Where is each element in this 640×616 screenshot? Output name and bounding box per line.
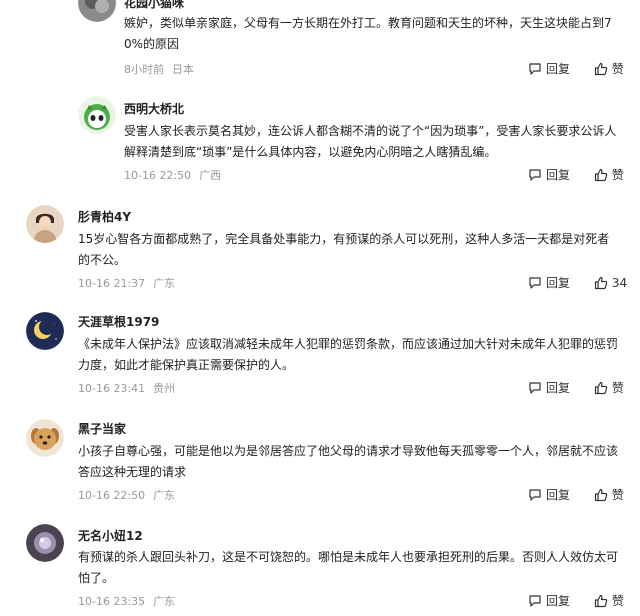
comment-location: 日本 xyxy=(172,63,194,76)
comment-icon xyxy=(529,62,541,75)
reply-button[interactable]: 回复 xyxy=(528,274,570,291)
reply-button[interactable]: 回复 xyxy=(528,486,570,503)
comment-text: 有预谋的杀人跟回头补刀，这是不可饶恕的。哪怕是未成年人也要承担死刑的后果。否则人… xyxy=(78,550,619,585)
reply-label: 回复 xyxy=(546,168,571,182)
comment-icon xyxy=(529,381,541,394)
comment-text: 嫉妒，类似单亲家庭，父母有一方长期在外打工。教育问题和天生的坏种，天生这块能占到… xyxy=(124,16,612,51)
comment-author[interactable]: 肜青柏4Y xyxy=(78,208,131,225)
comment-meta: 10-16 22:50 广东 xyxy=(78,487,175,503)
like-count: 34 xyxy=(611,275,628,290)
like-button[interactable]: 赞 xyxy=(594,486,624,503)
comment-text: 《未成年人保护法》应该取消减轻未成年人犯罪的惩罚条款，而应该通过加大针对未成年人… xyxy=(78,337,619,372)
comment-author[interactable]: 花园小猫咪 xyxy=(124,0,184,11)
comment-author[interactable]: 黑子当家 xyxy=(78,420,126,437)
comment-actions: 回复 赞 xyxy=(528,60,624,79)
avatar[interactable] xyxy=(26,524,64,562)
reply-label: 回复 xyxy=(546,276,571,290)
like-button[interactable]: 赞 xyxy=(594,166,624,183)
comment-time: 10-16 21:37 xyxy=(78,277,146,290)
thumbs-up-icon xyxy=(594,276,608,289)
comment-meta: 10-16 21:37 广东 xyxy=(78,275,175,291)
comment-actions: 回复 赞 xyxy=(528,592,624,611)
thumbs-up-icon xyxy=(594,62,608,75)
thumbs-up-icon xyxy=(594,594,608,607)
reply-label: 回复 xyxy=(546,488,571,502)
reply-label: 回复 xyxy=(546,62,571,76)
comment-time: 8小时前 xyxy=(124,63,164,76)
reply-button[interactable]: 回复 xyxy=(528,60,570,77)
comment-location: 广东 xyxy=(153,277,176,290)
comment-time: 10-16 23:41 xyxy=(78,382,146,395)
like-button[interactable]: 34 xyxy=(594,276,627,290)
comment-location: 广东 xyxy=(153,595,176,608)
reply-button[interactable]: 回复 xyxy=(528,379,570,396)
avatar[interactable] xyxy=(26,205,64,243)
comment-meta: 10-16 22:50 广西 xyxy=(124,167,221,183)
thumbs-up-icon xyxy=(594,381,608,394)
comment-text: 小孩子自尊心强，可能是他以为是邻居答应了他父母的请求才导致他每天孤零零一个人，邻… xyxy=(78,444,619,479)
avatar[interactable] xyxy=(78,0,116,22)
reply-label: 回复 xyxy=(546,594,571,608)
comment-actions: 回复 赞 xyxy=(528,166,624,185)
comment-time: 10-16 22:50 xyxy=(78,489,146,502)
comment-actions: 回复 34 xyxy=(528,274,627,293)
comment-text: 15岁心智各方面都成熟了，完全具备处事能力，有预谋的杀人可以死刑，这种人多活一天… xyxy=(78,232,610,267)
avatar[interactable] xyxy=(26,419,64,457)
comment-text: 受害人家长表示莫名其妙，连公诉人都含糊不清的说了个“因为琐事”，受害人家长要求公… xyxy=(124,124,617,159)
like-count: 赞 xyxy=(611,594,624,608)
comment-actions: 回复 赞 xyxy=(528,486,624,505)
comment-actions: 回复 赞 xyxy=(528,379,624,398)
avatar[interactable] xyxy=(26,312,64,350)
comment-icon xyxy=(529,488,541,501)
like-count: 赞 xyxy=(611,488,624,502)
comment-icon xyxy=(529,276,541,289)
comment-location: 广西 xyxy=(199,169,222,182)
comment-time: 10-16 22:50 xyxy=(124,169,192,182)
reply-button[interactable]: 回复 xyxy=(528,592,570,609)
comment-meta: 10-16 23:35 广东 xyxy=(78,593,175,609)
comment-location: 广东 xyxy=(153,489,176,502)
thumbs-up-icon xyxy=(594,488,608,501)
avatar[interactable] xyxy=(78,96,116,134)
comment-meta: 10-16 23:41 贵州 xyxy=(78,380,175,396)
like-button[interactable]: 赞 xyxy=(594,592,624,609)
like-button[interactable]: 赞 xyxy=(594,60,624,77)
comment-icon xyxy=(529,168,541,181)
like-count: 赞 xyxy=(611,168,624,182)
like-count: 赞 xyxy=(611,381,624,395)
comment-author[interactable]: 无名小妞12 xyxy=(78,527,143,544)
reply-label: 回复 xyxy=(546,381,571,395)
like-count: 赞 xyxy=(611,62,624,76)
thumbs-up-icon xyxy=(594,168,608,181)
reply-button[interactable]: 回复 xyxy=(528,166,570,183)
like-button[interactable]: 赞 xyxy=(594,379,624,396)
comment-author[interactable]: 西明大桥北 xyxy=(124,100,184,117)
comment-time: 10-16 23:35 xyxy=(78,595,146,608)
comment-icon xyxy=(529,594,541,607)
comment-meta: 8小时前 日本 xyxy=(124,61,194,77)
comment-location: 贵州 xyxy=(153,382,176,395)
comment-author[interactable]: 天涯草根1979 xyxy=(78,313,159,330)
